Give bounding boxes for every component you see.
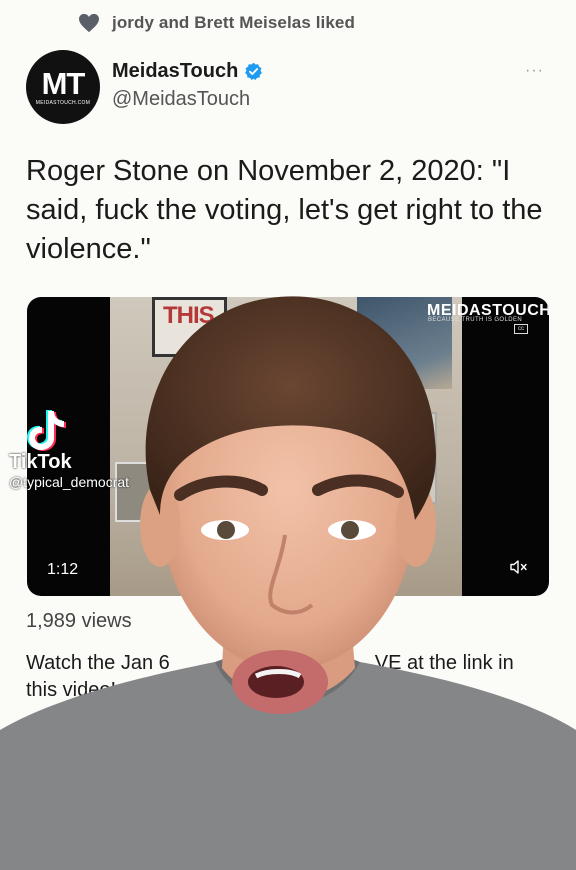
avatar[interactable]: MT MEIDASTOUCH.COM	[26, 50, 100, 124]
tiktok-logo-icon	[27, 410, 66, 451]
tiktok-brand-text: TikTok	[9, 451, 72, 473]
tiktok-handle: @typical_democrat	[9, 474, 130, 490]
avatar-subtext: MEIDASTOUCH.COM	[35, 99, 91, 106]
author-handle[interactable]: @MeidasTouch	[112, 88, 250, 111]
verified-badge-icon	[245, 62, 263, 81]
liked-row: jordy and Brett Meiselas liked	[78, 10, 355, 36]
more-options-icon[interactable]: ···	[525, 62, 544, 80]
author-name-text: MeidasTouch	[112, 60, 239, 82]
liked-text: jordy and Brett Meiselas liked	[112, 13, 355, 32]
tweet-text: Roger Stone on November 2, 2020: "I said…	[26, 155, 543, 265]
tiktok-person-overlay	[0, 296, 576, 870]
avatar-logo-text: MT	[41, 65, 86, 101]
heart-icon	[79, 13, 99, 33]
author-name[interactable]: MeidasTouch	[112, 60, 263, 83]
